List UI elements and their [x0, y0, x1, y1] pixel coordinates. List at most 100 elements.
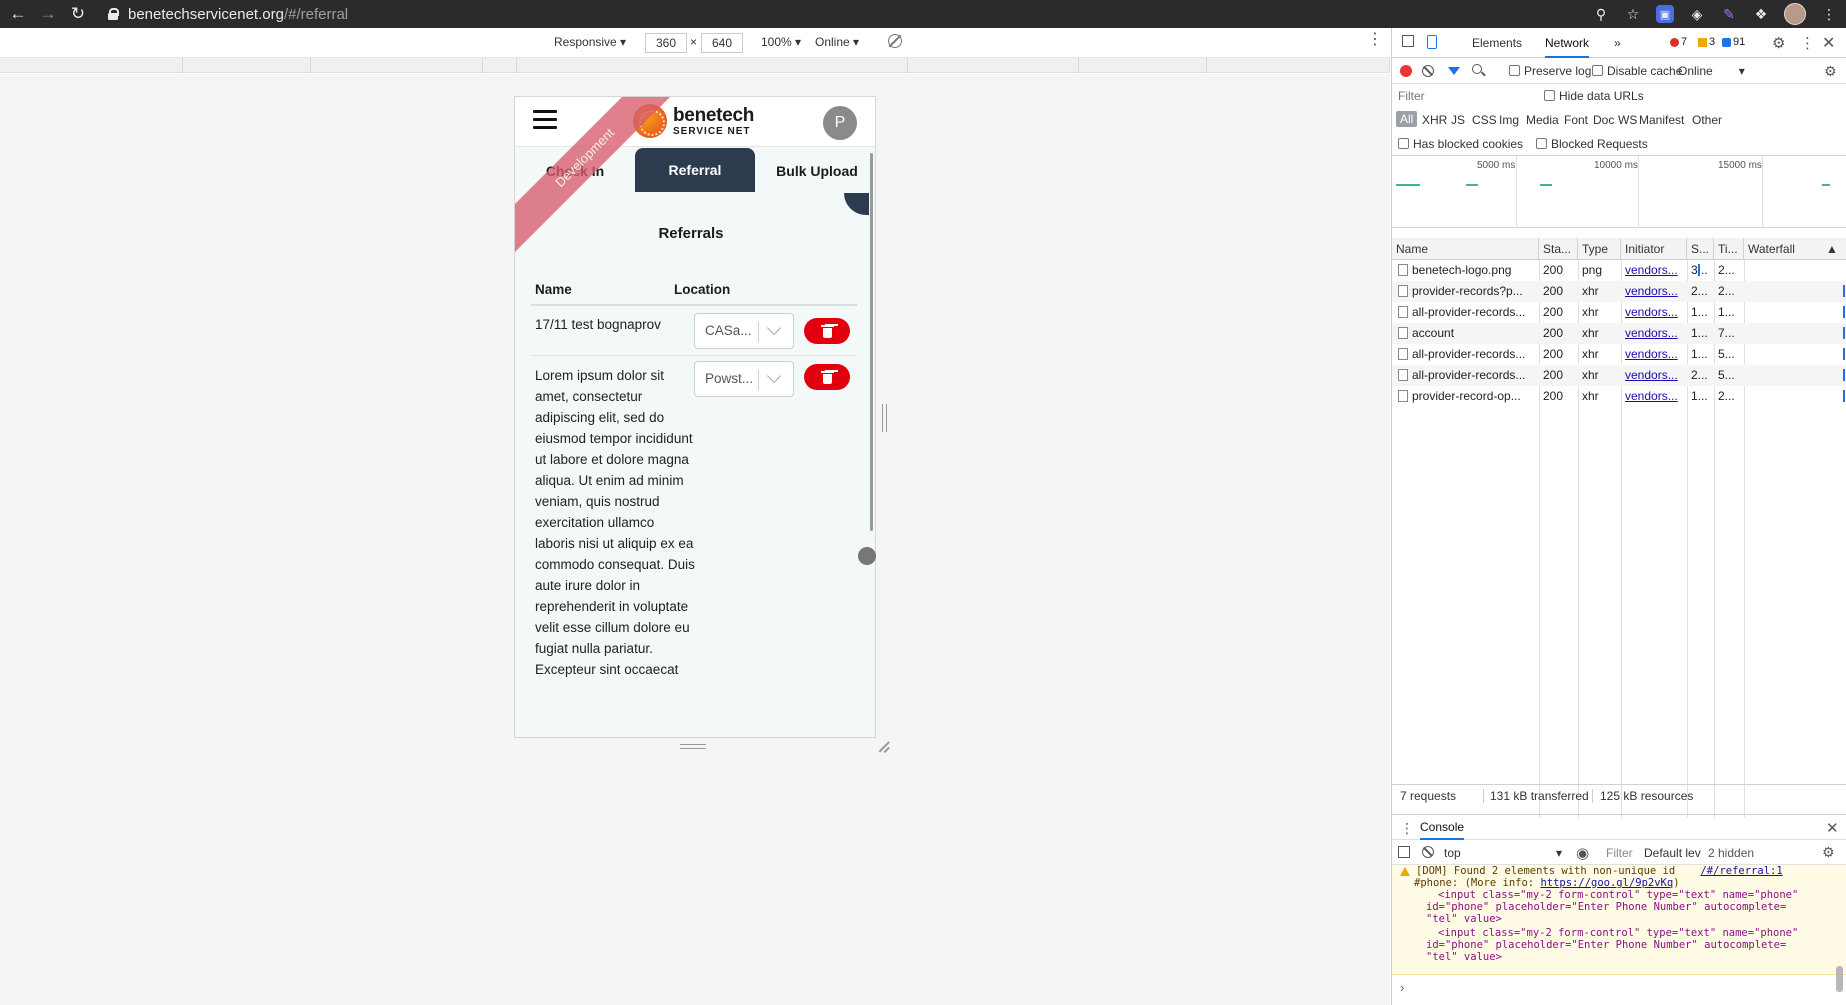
has-blocked-cookies-checkbox[interactable]: [1398, 138, 1409, 149]
request-initiator[interactable]: vendors...: [1621, 302, 1687, 323]
zoom-select[interactable]: 100% ▾: [761, 35, 801, 49]
dom-node[interactable]: id="phone" placeholder="Enter Phone Numb…: [1426, 939, 1786, 951]
type-filter-font[interactable]: Font: [1564, 113, 1588, 127]
profile-avatar[interactable]: [1784, 3, 1806, 25]
warning-count-badge[interactable]: 3: [1698, 36, 1715, 48]
console-sidebar-icon[interactable]: [1398, 846, 1410, 858]
location-select[interactable]: CASa...: [694, 313, 794, 349]
type-filter-manifest[interactable]: Manifest: [1639, 113, 1684, 127]
rotate-icon[interactable]: [888, 34, 902, 48]
key-icon[interactable]: ⚲: [1592, 5, 1610, 23]
zoom-extension-icon[interactable]: ▣: [1656, 5, 1674, 23]
close-drawer-icon[interactable]: ✕: [1826, 819, 1839, 837]
tab-elements[interactable]: Elements: [1472, 28, 1522, 58]
preserve-log-checkbox[interactable]: [1509, 65, 1520, 76]
console-scrollbar-thumb[interactable]: [1836, 966, 1843, 992]
console-filter-input[interactable]: Filter: [1606, 846, 1633, 860]
message-count-badge[interactable]: 91: [1722, 36, 1745, 48]
resize-handle-bottom[interactable]: [680, 744, 706, 749]
more-info-link[interactable]: https://goo.gl/9p2vKq: [1540, 877, 1673, 889]
chrome-menu-icon[interactable]: ⋮: [1820, 5, 1838, 23]
error-count-badge[interactable]: 7: [1670, 36, 1687, 48]
type-filter-ws[interactable]: WS: [1618, 113, 1637, 127]
devtools-menu-icon[interactable]: ⋮: [1800, 34, 1815, 52]
inspect-element-icon[interactable]: [1402, 35, 1414, 47]
column-waterfall[interactable]: Waterfall ▲: [1744, 238, 1846, 260]
type-filter-media[interactable]: Media: [1526, 113, 1559, 127]
blocked-requests-checkbox[interactable]: [1536, 138, 1547, 149]
network-overview[interactable]: 5000 ms 10000 ms 15000 ms: [1392, 156, 1846, 228]
forward-arrow-icon[interactable]: →: [36, 0, 60, 28]
resize-handle-corner[interactable]: [878, 741, 890, 753]
type-filter-doc[interactable]: Doc: [1593, 113, 1614, 127]
device-options-icon[interactable]: ⋮: [1367, 32, 1383, 48]
back-arrow-icon[interactable]: ←: [6, 0, 30, 28]
request-row[interactable]: all-provider-records... 200 xhr vendors... 1…: [1392, 344, 1846, 365]
address-bar[interactable]: benetechservicenet.org/#/referral: [108, 0, 348, 28]
column-time[interactable]: Ti...: [1714, 238, 1744, 260]
filter-input[interactable]: [1396, 87, 1564, 105]
delete-button[interactable]: [804, 364, 850, 390]
request-initiator[interactable]: vendors...: [1621, 386, 1687, 407]
type-filter-css[interactable]: CSS: [1472, 113, 1497, 127]
type-filter-js[interactable]: JS: [1451, 113, 1465, 127]
tab-referral[interactable]: Referral: [635, 148, 755, 192]
page-scrollbar-thumb[interactable]: [870, 153, 873, 531]
log-levels-select[interactable]: Default lev: [1644, 846, 1701, 860]
viewport-height-input[interactable]: 640: [701, 33, 743, 53]
type-filter-all[interactable]: All: [1396, 111, 1418, 127]
request-initiator[interactable]: vendors...: [1621, 365, 1687, 386]
settings-gear-icon[interactable]: ⚙: [1772, 34, 1786, 52]
delete-button[interactable]: [804, 318, 850, 344]
reload-icon[interactable]: ↻: [66, 0, 90, 28]
record-icon[interactable]: [1400, 65, 1412, 77]
media-query-bar[interactable]: [0, 58, 1390, 73]
type-filter-xhr[interactable]: XHR: [1422, 113, 1447, 127]
type-filter-img[interactable]: Img: [1499, 113, 1519, 127]
drawer-menu-icon[interactable]: ⋮: [1400, 820, 1414, 837]
request-initiator[interactable]: vendors...: [1621, 323, 1687, 344]
user-avatar[interactable]: P: [823, 106, 857, 140]
dom-node[interactable]: <input class="my-2 form-control" type="t…: [1438, 889, 1798, 901]
logo[interactable]: benetech SERVICE NET: [673, 106, 754, 137]
request-row[interactable]: account 200 xhr vendors... 1... 7...: [1392, 323, 1846, 344]
search-icon[interactable]: [1472, 64, 1482, 74]
puzzle-icon[interactable]: ❖: [1752, 5, 1770, 23]
hide-data-urls-checkbox[interactable]: [1544, 90, 1555, 101]
network-settings-icon[interactable]: ⚙: [1824, 63, 1838, 79]
console-prompt[interactable]: ›: [1400, 980, 1404, 995]
dom-node[interactable]: "tel" value>: [1426, 951, 1502, 963]
device-select[interactable]: Responsive ▾: [554, 35, 626, 49]
dom-node[interactable]: id="phone" placeholder="Enter Phone Numb…: [1426, 901, 1786, 913]
throttle-select[interactable]: Online ▾: [815, 35, 859, 49]
tab-console[interactable]: Console: [1420, 815, 1465, 840]
viewport-width-input[interactable]: 360: [645, 33, 687, 53]
request-row[interactable]: all-provider-records... 200 xhr vendors... 1…: [1392, 302, 1846, 323]
dom-node[interactable]: <input class="my-2 form-control" type="t…: [1438, 927, 1798, 939]
column-size[interactable]: S...: [1687, 238, 1714, 260]
hamburger-menu-icon[interactable]: [533, 110, 557, 130]
eye-icon[interactable]: ◉: [1576, 844, 1589, 862]
resize-handle-right[interactable]: [882, 404, 887, 432]
clear-icon[interactable]: [1422, 65, 1434, 77]
request-initiator[interactable]: vendors...: [1621, 281, 1687, 302]
column-type[interactable]: Type: [1578, 238, 1621, 260]
console-settings-icon[interactable]: ⚙: [1822, 844, 1835, 861]
request-row[interactable]: benetech-logo.png 200 png vendors...3... 2..…: [1392, 260, 1846, 281]
tab-network[interactable]: Network: [1545, 28, 1590, 58]
device-toggle-icon[interactable]: [1427, 35, 1437, 49]
type-filter-other[interactable]: Other: [1692, 113, 1722, 127]
more-tabs-icon[interactable]: »: [1614, 28, 1621, 58]
request-initiator[interactable]: vendors...: [1621, 344, 1687, 365]
context-select[interactable]: top ▾: [1444, 846, 1566, 860]
extension-icon[interactable]: ◈: [1688, 5, 1706, 23]
disable-cache-checkbox[interactable]: [1592, 65, 1603, 76]
star-icon[interactable]: ☆: [1624, 5, 1642, 23]
column-status[interactable]: Sta...: [1539, 238, 1578, 260]
request-row[interactable]: all-provider-records... 200 xhr vendors... 2…: [1392, 365, 1846, 386]
network-throttle-select[interactable]: Online ▾: [1678, 64, 1745, 78]
request-row[interactable]: provider-record-op... 200 xhr vendors... 1..…: [1392, 386, 1846, 407]
request-row[interactable]: provider-records?p... 200 xhr vendors... 2..…: [1392, 281, 1846, 302]
column-initiator[interactable]: Initiator: [1621, 238, 1687, 260]
column-name[interactable]: Name: [1392, 238, 1539, 260]
